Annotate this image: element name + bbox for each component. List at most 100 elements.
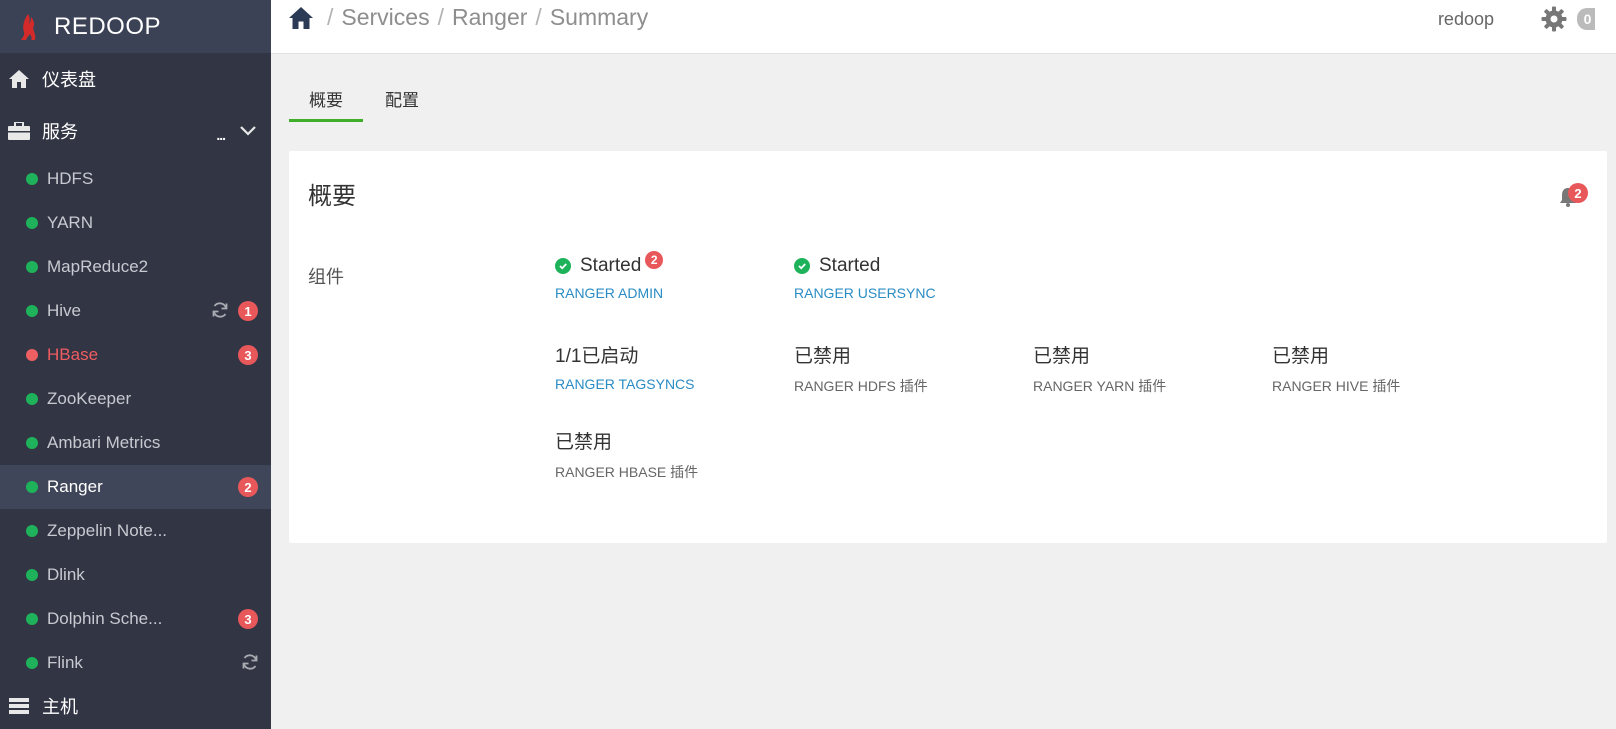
- service-list: HDFS YARN MapReduce2 Hive 1 HBase 3 ZooKeeper Am…: [0, 157, 271, 685]
- breadcrumb-separator: /: [437, 4, 444, 30]
- service-name: HBase: [47, 345, 99, 364]
- component-status-text: 1/1已启动: [555, 346, 639, 367]
- service-name: Ambari Metrics: [47, 433, 161, 452]
- status-dot-icon: [26, 393, 38, 405]
- component-ranger-hdfs: 已禁用 RANGER HDFS 插件: [794, 341, 928, 396]
- component-status: 1/1已启动: [555, 341, 695, 368]
- brand-name: REDOOP: [54, 12, 162, 40]
- component-status: 已禁用: [794, 341, 928, 368]
- service-name: Ranger: [47, 477, 103, 496]
- component-status-text: 已禁用: [1033, 346, 1091, 367]
- component-name[interactable]: RANGER ADMIN: [555, 285, 663, 301]
- refresh-icon: [211, 301, 229, 324]
- status-dot-icon: [26, 305, 38, 317]
- breadcrumb-separator: /: [535, 4, 542, 30]
- nav-hosts-label: 主机: [42, 697, 78, 717]
- component-status: 已禁用: [555, 427, 698, 454]
- nav-hosts[interactable]: 主机: [0, 686, 271, 726]
- component-name: RANGER YARN 插件: [1033, 378, 1167, 394]
- breadcrumb-services[interactable]: Services: [341, 4, 429, 31]
- sidebar: REDOOP 仪表盘 服务 ... HDFS YARN MapReduce2 Hive…: [0, 0, 271, 729]
- tab-configs[interactable]: 配置: [365, 86, 439, 122]
- refresh-icon: [241, 653, 259, 676]
- alerts-count-badge[interactable]: 2: [1568, 183, 1588, 203]
- component-alert-badge[interactable]: 2: [645, 251, 664, 269]
- check-circle-icon: [555, 258, 571, 274]
- sidebar-item-mapreduce2[interactable]: MapReduce2: [0, 245, 271, 289]
- nav-services[interactable]: 服务 ...: [0, 105, 271, 157]
- component-ranger-admin: Started 2 RANGER ADMIN: [555, 251, 664, 301]
- service-name: ZooKeeper: [47, 389, 132, 408]
- tab-bar: 概要 配置: [289, 86, 439, 122]
- gear-icon[interactable]: [1541, 6, 1567, 37]
- component-name: RANGER HBASE 插件: [555, 464, 699, 480]
- services-more-button[interactable]: ...: [216, 127, 226, 143]
- component-ranger-usersync: Started RANGER USERSYNC: [794, 255, 936, 301]
- component-status-text: 已禁用: [1272, 346, 1330, 367]
- sidebar-item-ambari-metrics[interactable]: Ambari Metrics: [0, 421, 271, 465]
- service-name: Hive: [47, 301, 82, 320]
- check-circle-icon: [794, 258, 810, 274]
- top-bar: / Services / Ranger / Summary redoop 0: [271, 0, 1616, 54]
- chevron-down-icon[interactable]: [239, 121, 257, 142]
- sidebar-item-zookeeper[interactable]: ZooKeeper: [0, 377, 271, 421]
- component-status: 已禁用: [1272, 341, 1400, 368]
- service-name: Flink: [47, 653, 83, 672]
- home-icon[interactable]: [289, 6, 313, 30]
- user-menu[interactable]: redoop: [1438, 9, 1494, 30]
- component-name: RANGER HDFS 插件: [794, 378, 928, 394]
- nav-dashboard[interactable]: 仪表盘: [0, 53, 271, 105]
- service-name: Zeppelin Note...: [47, 521, 168, 540]
- status-dot-icon: [26, 261, 38, 273]
- sidebar-item-dolphin-sche[interactable]: Dolphin Sche... 3: [0, 597, 271, 641]
- status-dot-icon: [26, 613, 38, 625]
- summary-card: 概要 2 组件 Started 2 RANGER ADMIN Started RANGE…: [289, 151, 1607, 543]
- briefcase-icon: [8, 120, 30, 142]
- components-label: 组件: [308, 267, 344, 287]
- sidebar-item-hive[interactable]: Hive 1: [0, 289, 271, 333]
- sidebar-item-hbase[interactable]: HBase 3: [0, 333, 271, 377]
- component-name[interactable]: RANGER USERSYNC: [794, 285, 936, 301]
- status-dot-icon: [26, 217, 38, 229]
- home-icon: [8, 68, 30, 90]
- service-name: Dlink: [47, 565, 85, 584]
- sidebar-item-flink[interactable]: Flink: [0, 641, 271, 685]
- sidebar-item-yarn[interactable]: YARN: [0, 201, 271, 245]
- breadcrumb-summary: Summary: [549, 4, 649, 30]
- component-ranger-hbase: 已禁用 RANGER HBASE 插件: [555, 427, 698, 482]
- server-icon: [8, 695, 30, 717]
- sidebar-item-zeppelin-note[interactable]: Zeppelin Note...: [0, 509, 271, 553]
- component-status-text: Started: [580, 255, 642, 276]
- ops-count-badge[interactable]: 0: [1577, 8, 1595, 30]
- breadcrumb-ranger[interactable]: Ranger: [452, 4, 527, 31]
- alert-count-badge[interactable]: 2: [238, 477, 258, 497]
- status-dot-icon: [26, 481, 38, 493]
- status-dot-icon: [26, 525, 38, 537]
- status-dot-icon: [26, 569, 38, 581]
- redoop-logo-icon: [21, 13, 36, 40]
- summary-title: 概要: [308, 183, 356, 210]
- component-status: Started: [794, 255, 936, 277]
- service-name: MapReduce2: [47, 257, 149, 276]
- service-name: HDFS: [47, 169, 94, 188]
- alert-count-badge[interactable]: 1: [238, 301, 258, 321]
- component-name: RANGER HIVE 插件: [1272, 378, 1401, 394]
- sidebar-item-hdfs[interactable]: HDFS: [0, 157, 271, 201]
- alert-count-badge[interactable]: 3: [238, 345, 258, 365]
- tab-summary[interactable]: 概要: [289, 86, 363, 122]
- alert-count-badge[interactable]: 3: [238, 609, 258, 629]
- component-status-text: Started: [819, 255, 881, 276]
- status-dot-icon: [26, 349, 38, 361]
- component-status: Started 2: [555, 251, 664, 277]
- breadcrumb: / Services / Ranger / Summary: [289, 4, 648, 31]
- component-name[interactable]: RANGER TAGSYNCS: [555, 376, 695, 392]
- sidebar-item-dlink[interactable]: Dlink: [0, 553, 271, 597]
- component-status-text: 已禁用: [555, 432, 613, 453]
- nav-services-label: 服务: [42, 122, 78, 142]
- service-name: YARN: [47, 213, 93, 232]
- status-dot-icon: [26, 657, 38, 669]
- status-dot-icon: [26, 173, 38, 185]
- component-ranger-yarn: 已禁用 RANGER YARN 插件: [1033, 341, 1166, 396]
- brand[interactable]: REDOOP: [0, 0, 271, 53]
- sidebar-item-ranger[interactable]: Ranger 2: [0, 465, 271, 509]
